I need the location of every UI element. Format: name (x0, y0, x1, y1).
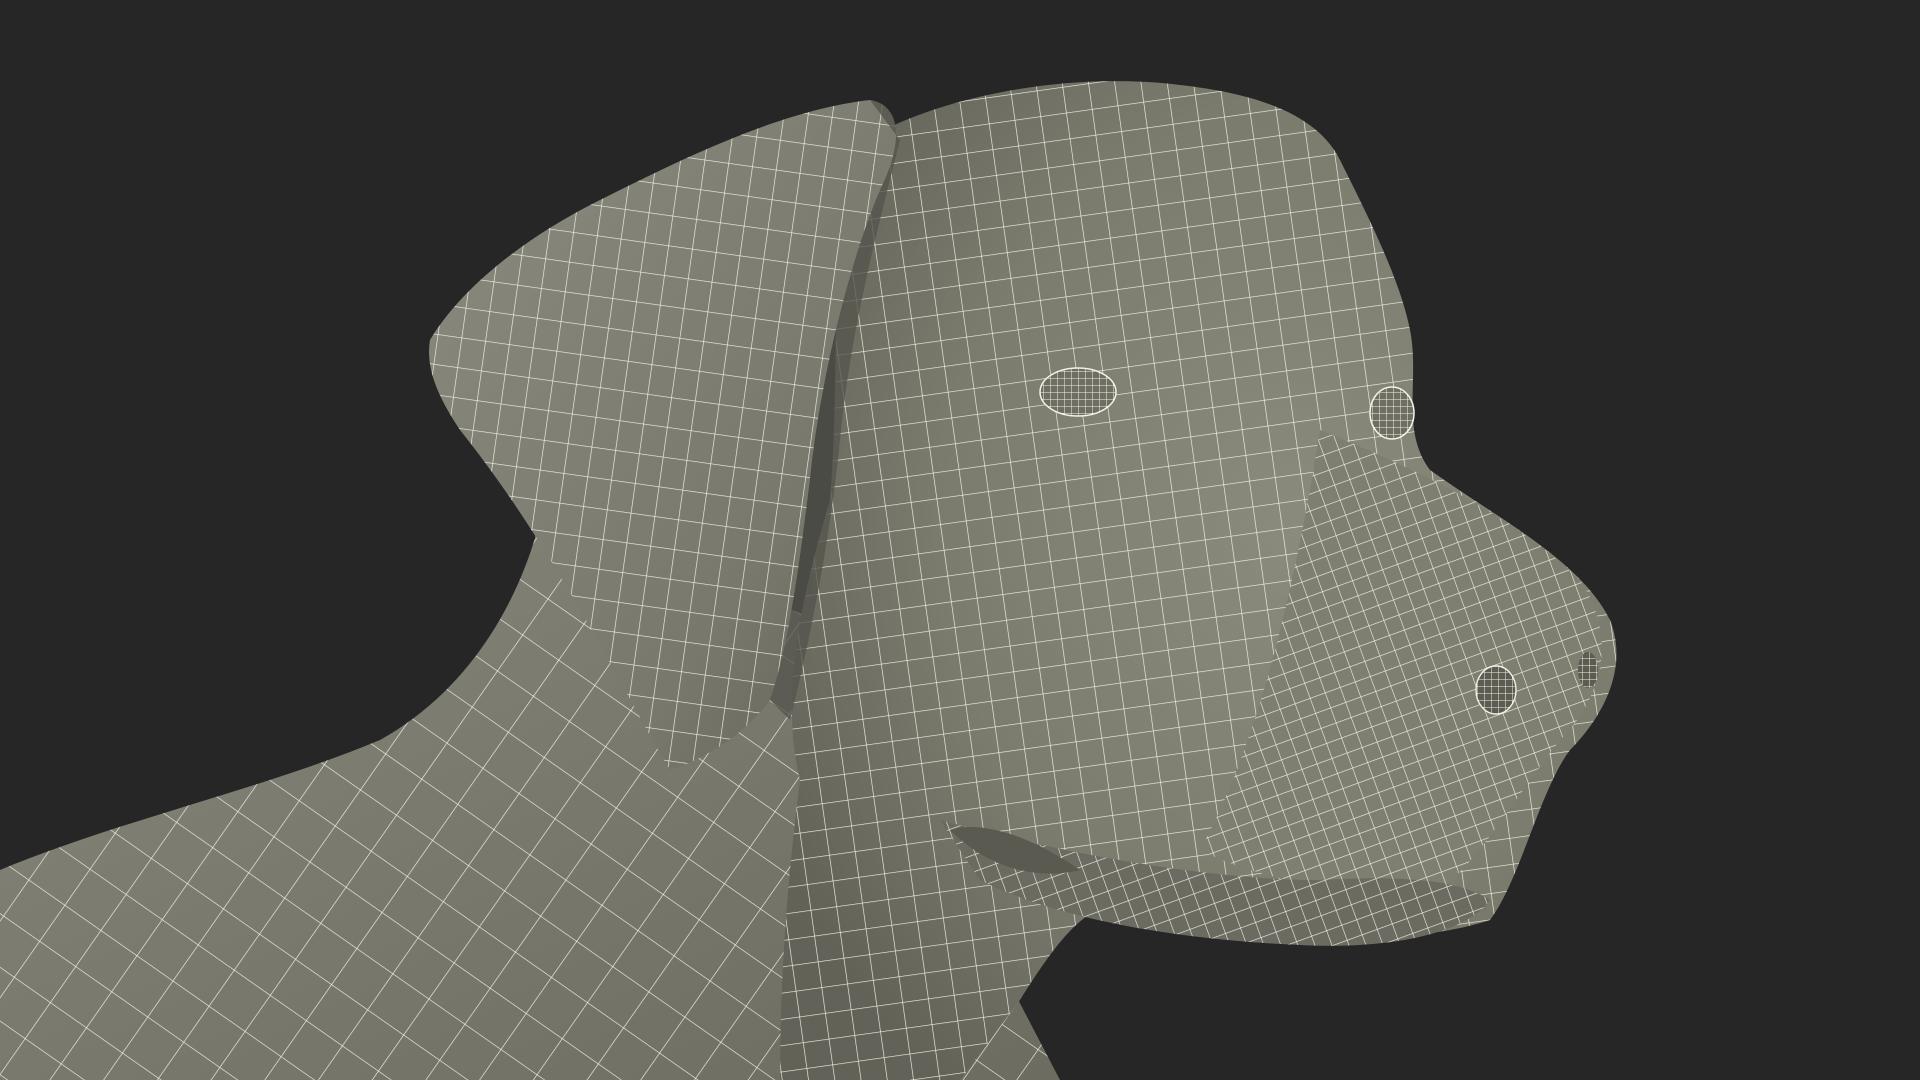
left-eye (1039, 367, 1117, 417)
dog-head-wireframe-render (0, 0, 1920, 1080)
nostril (1578, 652, 1598, 688)
right-eye (1369, 386, 1415, 440)
nostril (1475, 665, 1517, 715)
render-viewport (0, 0, 1920, 1080)
